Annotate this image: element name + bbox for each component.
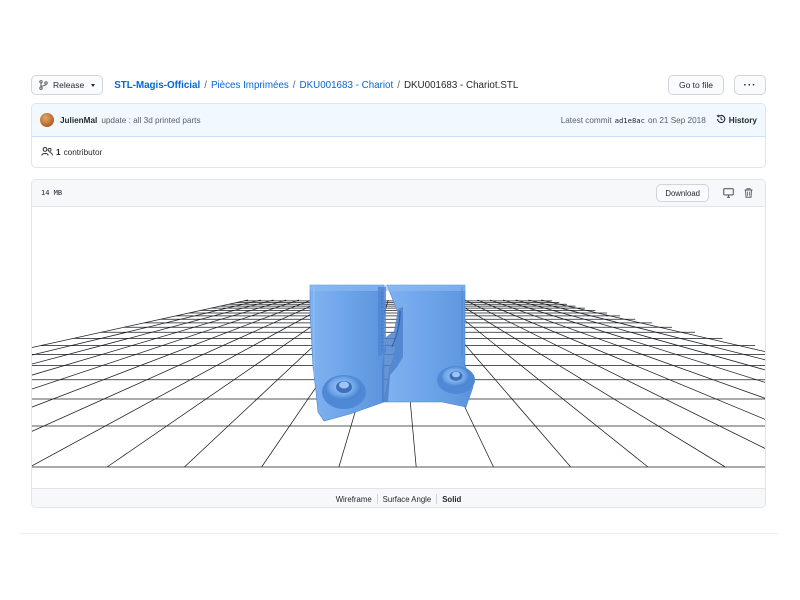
latest-commit-label: Latest commit [560, 115, 612, 125]
commit-author-link[interactable]: JulienMal [60, 116, 97, 125]
git-branch-icon [39, 80, 48, 90]
file-header: 14 MB Download [32, 180, 765, 207]
contributor-label: contributor [63, 148, 103, 157]
file-size: 14 MB [41, 189, 63, 197]
history-icon [716, 114, 726, 126]
people-icon [41, 147, 53, 158]
model-chariot [309, 284, 475, 422]
breadcrumb-repo-link[interactable]: STL-Magis-Official [114, 80, 200, 91]
chevron-down-icon [91, 83, 96, 87]
display-mode-bar: Wireframe Surface Angle Solid [32, 488, 765, 507]
grid-line [32, 299, 261, 356]
commit-row: JulienMal update : all 3d printed parts … [32, 104, 765, 137]
branch-select-button[interactable]: Release [31, 75, 104, 95]
go-to-file-button[interactable]: Go to file [667, 75, 724, 95]
file-viewer-box: 14 MB Download Wireframe Surface Angle S… [31, 179, 766, 508]
breadcrumb-separator: / [204, 79, 207, 91]
grid-line [32, 299, 338, 467]
contributor-count: 1 [56, 148, 61, 157]
mode-surface-angle-button[interactable]: Surface Angle [378, 495, 437, 504]
branch-label: Release [53, 80, 85, 90]
latest-commit-box: JulienMal update : all 3d printed parts … [31, 103, 766, 168]
footer-divider [20, 533, 778, 534]
download-button[interactable]: Download [656, 184, 709, 202]
contributors-row[interactable]: 1 contributor [32, 137, 765, 167]
history-link[interactable]: History [716, 114, 757, 126]
stl-render[interactable] [32, 207, 765, 488]
grid-line [541, 299, 765, 352]
breadcrumb-separator: / [397, 79, 400, 91]
grid-line [32, 299, 287, 376]
desktop-icon[interactable] [720, 185, 736, 201]
grid-line [32, 299, 312, 408]
grid-line [32, 299, 274, 365]
grid-line [477, 299, 765, 420]
breadcrumb-dir-link[interactable]: DKU001683 - Chariot [300, 80, 394, 91]
grid-line [528, 299, 765, 361]
commit-message-link[interactable]: update : all 3d printed parts [101, 116, 200, 125]
grid-line [464, 299, 765, 449]
grid-line [515, 299, 765, 371]
stl-3d-viewer[interactable] [32, 207, 765, 488]
file-navigation-bar: Release STL-Magis-Official / Pièces Impr… [31, 74, 766, 96]
mode-solid-button[interactable]: Solid [437, 495, 466, 504]
history-label: History [728, 115, 757, 125]
breadcrumb-separator: / [292, 79, 296, 91]
breadcrumb: STL-Magis-Official / Pièces Imprimées / … [114, 80, 518, 91]
grid-line [32, 299, 300, 390]
commit-sha-link[interactable]: ad1e8ac [615, 116, 645, 125]
more-options-button[interactable]: ··· [734, 75, 766, 95]
grid-line [451, 299, 726, 468]
commit-date: on 21 Sep 2018 [647, 115, 706, 125]
trash-icon[interactable] [740, 185, 756, 201]
avatar[interactable] [40, 113, 54, 127]
breadcrumb-current-file: DKU001683 - Chariot.STL [403, 79, 519, 91]
breadcrumb-dir-link[interactable]: Pièces Imprimées [211, 80, 289, 91]
mode-wireframe-button[interactable]: Wireframe [331, 495, 377, 504]
grid-line [32, 299, 249, 348]
